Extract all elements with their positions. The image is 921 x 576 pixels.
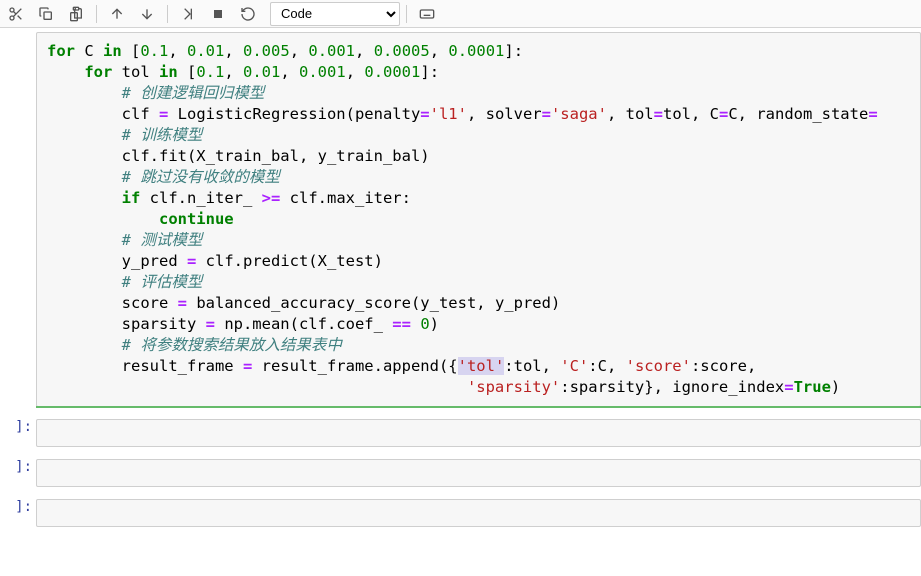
- toolbar-separator: [96, 5, 97, 23]
- copy-icon: [38, 6, 54, 22]
- scissors-icon: [8, 6, 24, 22]
- cell-prompt: ]:: [0, 419, 36, 447]
- move-down-button[interactable]: [133, 2, 161, 26]
- code-editor[interactable]: [36, 499, 921, 527]
- code-cell[interactable]: ]:: [0, 459, 921, 487]
- stop-icon: [210, 6, 226, 22]
- command-palette-button[interactable]: [413, 2, 441, 26]
- restart-icon: [240, 6, 256, 22]
- code-cell[interactable]: ]:: [0, 419, 921, 447]
- cell-prompt: [0, 32, 36, 407]
- keyboard-icon: [419, 6, 435, 22]
- code-cell[interactable]: ]:: [0, 499, 921, 527]
- toolbar-separator: [167, 5, 168, 23]
- code-editor[interactable]: [36, 419, 921, 447]
- cell-type-select[interactable]: Code: [270, 2, 400, 26]
- arrow-down-icon: [139, 6, 155, 22]
- arrow-up-icon: [109, 6, 125, 22]
- code-editor[interactable]: for C in [0.1, 0.01, 0.005, 0.001, 0.000…: [36, 32, 921, 407]
- toolbar-separator: [406, 5, 407, 23]
- cell-prompt: ]:: [0, 459, 36, 487]
- cell-prompt: ]:: [0, 499, 36, 527]
- notebook-toolbar: Code: [0, 0, 921, 28]
- copy-button[interactable]: [32, 2, 60, 26]
- stop-button[interactable]: [204, 2, 232, 26]
- run-button[interactable]: [174, 2, 202, 26]
- restart-button[interactable]: [234, 2, 262, 26]
- notebook-body[interactable]: for C in [0.1, 0.01, 0.005, 0.001, 0.000…: [0, 28, 921, 576]
- cut-button[interactable]: [2, 2, 30, 26]
- paste-button[interactable]: [62, 2, 90, 26]
- code-editor[interactable]: [36, 459, 921, 487]
- paste-icon: [68, 6, 84, 22]
- code-cell[interactable]: for C in [0.1, 0.01, 0.005, 0.001, 0.000…: [0, 32, 921, 407]
- move-up-button[interactable]: [103, 2, 131, 26]
- run-icon: [180, 6, 196, 22]
